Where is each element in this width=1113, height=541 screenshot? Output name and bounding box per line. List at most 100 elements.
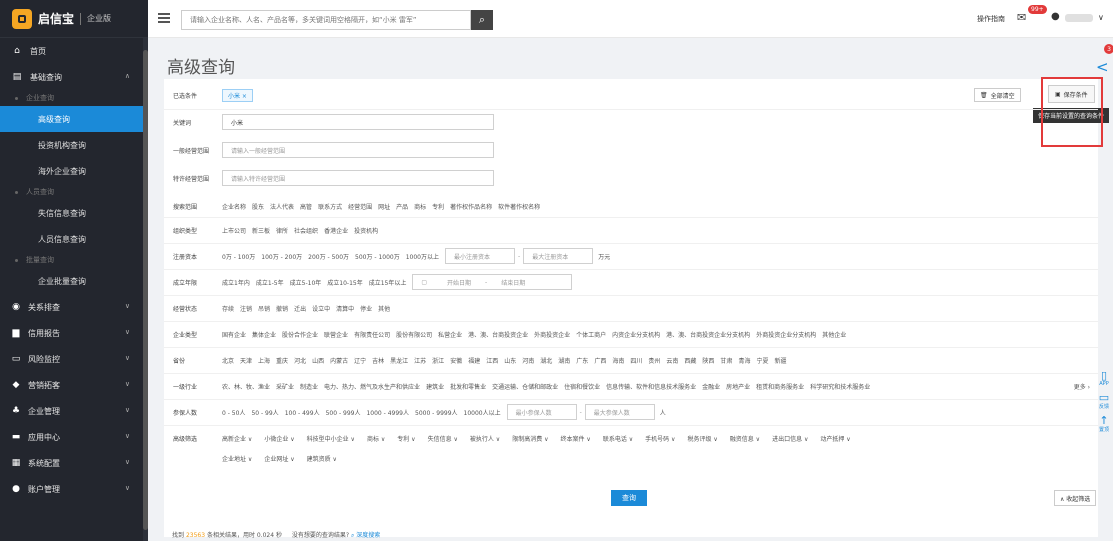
- province-option[interactable]: 湖南: [558, 358, 570, 365]
- chevron-down-icon[interactable]: ∨: [1098, 13, 1104, 22]
- enterprise-type-option[interactable]: 国有企业: [222, 332, 246, 339]
- advanced-filter-dropdown[interactable]: 商标 ∨: [367, 436, 385, 443]
- province-option[interactable]: 宁夏: [756, 358, 768, 365]
- industry-option[interactable]: 金融业: [702, 384, 720, 391]
- advanced-filter-dropdown[interactable]: 企业网址 ∨: [264, 456, 294, 463]
- status-option[interactable]: 停业: [360, 306, 372, 313]
- deep-search-link[interactable]: ⌕ 深度搜索: [351, 532, 380, 539]
- org-type-option[interactable]: 社会组织: [294, 228, 318, 235]
- province-option[interactable]: 山东: [504, 358, 516, 365]
- share-icon[interactable]: <: [1096, 58, 1109, 76]
- mail-icon[interactable]: ✉: [1017, 11, 1026, 24]
- industry-option[interactable]: 电力、热力、燃气及水生产和供应业: [324, 384, 420, 391]
- industry-option[interactable]: 住宿和餐饮业: [564, 384, 600, 391]
- operation-guide-link[interactable]: 操作指南: [977, 14, 1005, 24]
- status-option[interactable]: 存续: [222, 306, 234, 313]
- sidebar-item-home[interactable]: ⌂ 首页: [0, 38, 148, 64]
- advanced-filter-dropdown[interactable]: 企业地址 ∨: [222, 456, 252, 463]
- search-range-option[interactable]: 软件著作权名称: [498, 204, 540, 211]
- province-option[interactable]: 河北: [294, 358, 306, 365]
- enterprise-type-option[interactable]: 个体工商户: [576, 332, 606, 339]
- province-option[interactable]: 上海: [258, 358, 270, 365]
- capital-min-input[interactable]: 最小注册资本: [445, 248, 516, 264]
- advanced-filter-dropdown[interactable]: 科技型中小企业 ∨: [307, 436, 355, 443]
- org-type-option[interactable]: 香港企业: [324, 228, 348, 235]
- industry-option[interactable]: 房地产业: [726, 384, 750, 391]
- advanced-filter-dropdown[interactable]: 联系电话 ∨: [603, 436, 633, 443]
- province-option[interactable]: 陕西: [702, 358, 714, 365]
- status-option[interactable]: 撤销: [276, 306, 288, 313]
- search-range-option[interactable]: 高管: [300, 204, 312, 211]
- org-type-option[interactable]: 上市公司: [222, 228, 246, 235]
- general-scope-input[interactable]: 请输入一般经营范围: [222, 142, 494, 158]
- licensed-scope-input[interactable]: 请输入特许经营范围: [222, 170, 494, 186]
- province-option[interactable]: 福建: [468, 358, 480, 365]
- advanced-filter-dropdown[interactable]: 动产抵押 ∨: [820, 436, 850, 443]
- sidebar-item-marketing[interactable]: ◆ 营销拓客 ∨: [0, 372, 148, 398]
- search-range-option[interactable]: 网址: [378, 204, 390, 211]
- province-option[interactable]: 青海: [738, 358, 750, 365]
- enterprise-type-option[interactable]: 股份合作企业: [282, 332, 318, 339]
- year-option[interactable]: 成立1-5年: [256, 280, 284, 287]
- advanced-filter-dropdown[interactable]: 进出口信息 ∨: [772, 436, 808, 443]
- enterprise-type-option[interactable]: 外商投资企业分支机构: [756, 332, 816, 339]
- sidebar-item-dishonest-query[interactable]: 失信信息查询: [0, 200, 148, 226]
- province-option[interactable]: 山西: [312, 358, 324, 365]
- status-option[interactable]: 其他: [378, 306, 390, 313]
- staff-option[interactable]: 10000人以上: [464, 410, 501, 417]
- enterprise-type-option[interactable]: 港、澳、台商投资企业: [468, 332, 528, 339]
- staff-option[interactable]: 1000 - 4999人: [366, 410, 409, 417]
- search-range-option[interactable]: 企业名称: [222, 204, 246, 211]
- province-option[interactable]: 江西: [486, 358, 498, 365]
- advanced-filter-dropdown[interactable]: 小微企业 ∨: [264, 436, 294, 443]
- staff-option[interactable]: 100 - 499人: [285, 410, 320, 417]
- sidebar-item-system-config[interactable]: ▦ 系统配置 ∨: [0, 450, 148, 476]
- enterprise-type-option[interactable]: 港、澳、台商投资企业分支机构: [666, 332, 750, 339]
- sidebar-item-basic-query[interactable]: ▤ 基础查询 ∧: [0, 64, 148, 90]
- back-to-top-button[interactable]: ↑ 置顶: [1099, 415, 1109, 433]
- province-option[interactable]: 新疆: [774, 358, 786, 365]
- collapse-filter-button[interactable]: ∧ 收起筛选: [1054, 490, 1097, 506]
- province-option[interactable]: 黑龙江: [390, 358, 408, 365]
- capital-option[interactable]: 1000万以上: [406, 254, 439, 261]
- sidebar-item-batch-query[interactable]: 企业批量查询: [0, 268, 148, 294]
- advanced-filter-dropdown[interactable]: 失信信息 ∨: [428, 436, 458, 443]
- search-button[interactable]: ⌕: [471, 10, 493, 30]
- search-range-option[interactable]: 联系方式: [318, 204, 342, 211]
- province-option[interactable]: 广西: [594, 358, 606, 365]
- industry-option[interactable]: 建筑业: [426, 384, 444, 391]
- industry-option[interactable]: 信息传输、软件和信息技术服务业: [606, 384, 696, 391]
- sidebar-item-enterprise-manage[interactable]: ♣ 企业管理 ∨: [0, 398, 148, 424]
- capital-option[interactable]: 500万 - 1000万: [355, 254, 400, 261]
- sidebar-item-credit-report[interactable]: ▆ 信用报告 ∨: [0, 320, 148, 346]
- search-range-option[interactable]: 经营范围: [348, 204, 372, 211]
- search-range-option[interactable]: 法人代表: [270, 204, 294, 211]
- org-type-option[interactable]: 新三板: [252, 228, 270, 235]
- username[interactable]: [1065, 14, 1093, 22]
- sidebar-item-overseas-query[interactable]: 海外企业查询: [0, 158, 148, 184]
- status-option[interactable]: 迁出: [294, 306, 306, 313]
- status-option[interactable]: 设立中: [312, 306, 330, 313]
- province-option[interactable]: 云南: [666, 358, 678, 365]
- search-input[interactable]: [181, 10, 471, 30]
- logo[interactable]: 启信宝 企业版: [0, 0, 148, 38]
- industry-option[interactable]: 批发和零售业: [450, 384, 486, 391]
- province-option[interactable]: 西藏: [684, 358, 696, 365]
- sidebar-item-person-query[interactable]: 人员信息查询: [0, 226, 148, 252]
- sidebar-item-relation[interactable]: ◉ 关系排查 ∨: [0, 294, 148, 320]
- clear-all-button[interactable]: 🗑 全部清空: [974, 88, 1021, 102]
- avatar-icon[interactable]: ●: [1051, 11, 1060, 22]
- sidebar-item-account-manage[interactable]: ● 账户管理 ∨: [0, 476, 148, 502]
- province-option[interactable]: 河南: [522, 358, 534, 365]
- staff-option[interactable]: 0 - 50人: [222, 410, 245, 417]
- year-option[interactable]: 成立15年以上: [369, 280, 407, 287]
- industry-option[interactable]: 采矿业: [276, 384, 294, 391]
- advanced-filter-dropdown[interactable]: 融资信息 ∨: [730, 436, 760, 443]
- capital-option[interactable]: 200万 - 500万: [308, 254, 349, 261]
- staff-max-input[interactable]: 最大参保人数: [584, 404, 655, 420]
- search-range-option[interactable]: 产品: [396, 204, 408, 211]
- industry-option[interactable]: 农、林、牧、渔业: [222, 384, 270, 391]
- province-option[interactable]: 天津: [240, 358, 252, 365]
- status-option[interactable]: 吊销: [258, 306, 270, 313]
- status-option[interactable]: 清算中: [336, 306, 354, 313]
